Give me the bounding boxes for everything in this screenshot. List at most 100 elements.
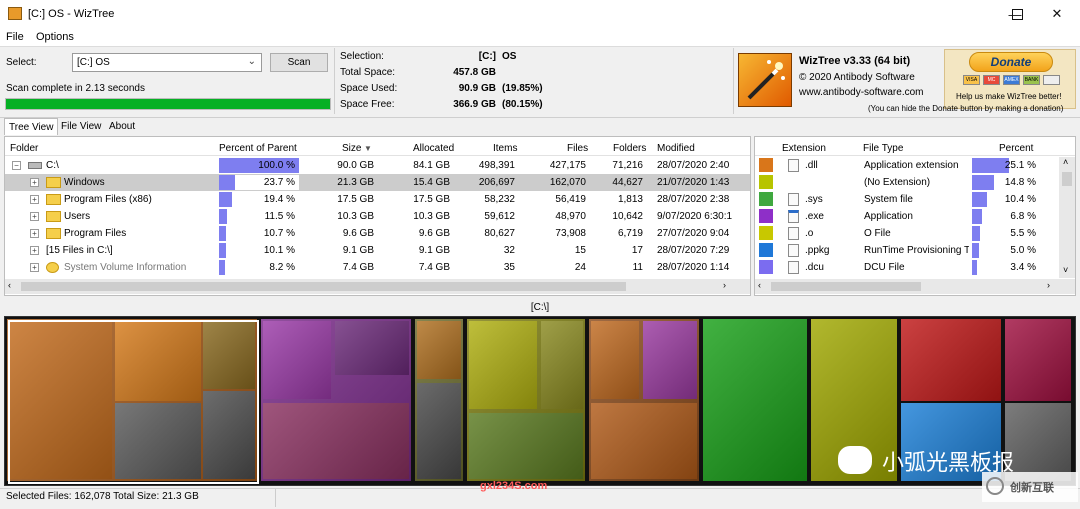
selection-label: Selection: — [340, 51, 384, 62]
col-modified[interactable]: Modified — [657, 143, 695, 154]
file-icon — [788, 244, 799, 257]
scan-status: Scan complete in 2.13 seconds — [6, 83, 145, 94]
tree-cell-allocated: 7.4 GB — [418, 262, 450, 273]
col-file-type[interactable]: File Type — [863, 143, 903, 154]
scroll-left-icon[interactable]: ‹ — [758, 280, 761, 290]
scan-button[interactable]: Scan — [270, 53, 328, 72]
col-percent[interactable]: Percent — [999, 143, 1033, 154]
wechat-icon — [838, 446, 872, 474]
tree-row-name: Program Files (x86) — [64, 194, 152, 205]
col-size[interactable]: Size — [342, 143, 361, 154]
scroll-right-icon[interactable]: › — [723, 280, 726, 290]
expand-icon[interactable]: + — [30, 229, 39, 238]
card-bank: BANK — [1023, 75, 1040, 85]
folder-select[interactable]: [C:] OS ⌄ — [72, 53, 262, 72]
menu-options[interactable]: Options — [36, 31, 74, 43]
treemap-block[interactable] — [417, 321, 461, 379]
status-divider — [275, 489, 276, 507]
tree-cell-modified: 28/07/2020 2:40 — [657, 160, 730, 171]
tree-cell-size: 21.3 GB — [337, 177, 374, 188]
tree-horizontal-scrollbar[interactable]: ‹ › — [5, 279, 750, 294]
space-used-pct: (19.85%) — [502, 83, 543, 94]
treemap-block[interactable] — [469, 321, 537, 409]
tree-row-name: [15 Files in C:\] — [46, 245, 113, 256]
title-bar — [0, 0, 1080, 28]
scroll-up-icon[interactable]: ˄ — [1063, 157, 1068, 167]
menu-file[interactable]: File — [6, 31, 24, 43]
treemap-block[interactable] — [263, 403, 409, 479]
tree-cell-allocated: 10.3 GB — [413, 211, 450, 222]
collapse-icon[interactable]: − — [12, 161, 21, 170]
wiztree-logo[interactable] — [738, 53, 792, 107]
color-swatch — [759, 192, 773, 206]
expand-icon[interactable]: + — [30, 212, 39, 221]
tree-cell-pct: 11.5 % — [264, 211, 295, 222]
tree-cell-folders: 11 — [632, 262, 643, 273]
scroll-right-icon[interactable]: › — [1047, 280, 1050, 290]
close-icon[interactable]: ✕ — [1034, 0, 1080, 28]
treemap-block[interactable] — [591, 403, 697, 479]
file-type-percent: 10.4 % — [1004, 194, 1036, 205]
expand-icon[interactable]: + — [30, 246, 39, 255]
tree-cell-size: 9.6 GB — [342, 228, 374, 239]
tree-cell-modified: 9/07/2020 6:30:1 — [657, 211, 733, 222]
col-files[interactable]: Files — [567, 143, 588, 154]
scroll-left-icon[interactable]: ‹ — [8, 280, 11, 290]
expand-icon[interactable]: + — [30, 178, 39, 187]
color-swatch — [759, 175, 773, 189]
file-type-name: RunTime Provisioning To — [864, 245, 969, 256]
treemap-block[interactable] — [703, 319, 807, 481]
donate-button[interactable]: Donate — [969, 52, 1053, 72]
treemap-block[interactable] — [335, 321, 409, 375]
space-free-value: 366.9 GB — [453, 99, 496, 110]
scroll-thumb[interactable] — [1062, 172, 1072, 186]
treemap-block[interactable] — [469, 413, 583, 479]
website-link[interactable]: www.antibody-software.com — [799, 87, 924, 98]
col-folders[interactable]: Folders — [613, 143, 646, 154]
watermark-logo-text: 创新互联 — [1010, 482, 1054, 494]
col-allocated[interactable]: Allocated — [413, 143, 454, 154]
chevron-down-icon: ⌄ — [247, 56, 256, 67]
file-type-extension: .ppkg — [805, 245, 830, 256]
treemap-block[interactable] — [263, 321, 331, 399]
scroll-thumb[interactable] — [21, 282, 626, 291]
tree-cell-size: 17.5 GB — [337, 194, 374, 205]
tab-file-view[interactable]: File View — [57, 118, 105, 135]
card-visa: VISA — [963, 75, 980, 85]
percent-bar — [972, 226, 981, 241]
treemap-block[interactable] — [417, 383, 461, 479]
treemap-block[interactable] — [541, 321, 583, 409]
treemap-block[interactable] — [591, 321, 639, 399]
gear-folder-icon — [46, 262, 59, 273]
selection-name: OS — [502, 51, 517, 62]
scroll-down-icon[interactable]: ˅ — [1063, 265, 1068, 275]
tree-cell-modified: 27/07/2020 9:04 — [657, 228, 730, 239]
col-folder[interactable]: Folder — [10, 143, 38, 154]
color-swatch — [759, 209, 773, 223]
col-percent-of-parent[interactable]: Percent of Parent — [219, 143, 297, 154]
treemap-block[interactable] — [643, 321, 697, 399]
treemap-block[interactable] — [1005, 403, 1071, 481]
treemap-block[interactable] — [1005, 319, 1071, 401]
tab-tree-view[interactable]: Tree View — [4, 118, 59, 135]
tree-cell-size: 90.0 GB — [337, 160, 374, 171]
treemap-path: [C:\] — [530, 302, 550, 313]
file-type-vertical-scrollbar[interactable]: ˄ ˅ — [1059, 157, 1075, 278]
scroll-thumb[interactable] — [771, 282, 921, 291]
tab-about[interactable]: About — [105, 118, 139, 135]
total-space-value: 457.8 GB — [453, 67, 496, 78]
expand-icon[interactable]: + — [30, 195, 39, 204]
treemap-block[interactable] — [901, 319, 1001, 401]
col-items[interactable]: Items — [493, 143, 517, 154]
col-extension[interactable]: Extension — [782, 143, 826, 154]
tree-cell-items: 59,612 — [484, 211, 515, 222]
file-type-horizontal-scrollbar[interactable]: ‹ › — [755, 279, 1075, 294]
header-divider — [755, 155, 1075, 156]
file-type-name: Application extension — [864, 160, 959, 171]
file-type-percent: 5.0 % — [1010, 245, 1036, 256]
tree-cell-folders: 71,216 — [612, 160, 643, 171]
tree-row-name: System Volume Information — [64, 262, 187, 273]
color-swatch — [759, 226, 773, 240]
total-space-label: Total Space: — [340, 67, 396, 78]
expand-icon[interactable]: + — [30, 263, 39, 272]
